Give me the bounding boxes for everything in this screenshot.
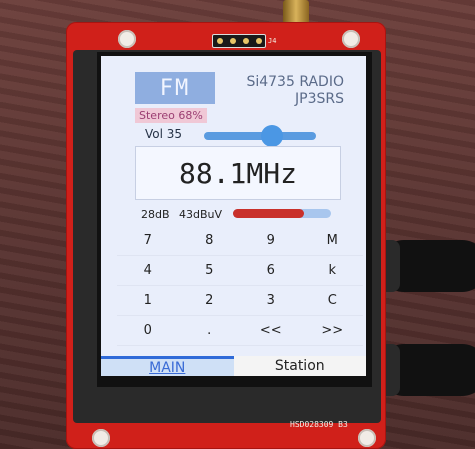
band-badge[interactable]: FM xyxy=(135,72,215,104)
signal-meter xyxy=(233,209,331,218)
stereo-indicator: Stereo 68% xyxy=(135,108,207,123)
mounting-hole xyxy=(358,429,376,447)
keypad-row: 7 8 9 M xyxy=(117,226,363,256)
model-label: HSD028309 B3 xyxy=(290,420,348,429)
key-8[interactable]: 8 xyxy=(178,226,240,256)
frequency-display: 88.1MHz xyxy=(135,146,341,200)
mounting-hole xyxy=(92,429,110,447)
key-3[interactable]: 3 xyxy=(240,286,302,316)
rssi-value: 43dBuV xyxy=(179,208,223,221)
volume-label: Vol 35 xyxy=(145,127,183,141)
volume-slider-knob[interactable] xyxy=(261,125,283,147)
pin-header xyxy=(212,34,266,48)
key-m[interactable]: M xyxy=(301,226,363,256)
key-4[interactable]: 4 xyxy=(117,256,179,286)
signal-meter-fill xyxy=(233,209,304,218)
key-0[interactable]: 0 xyxy=(117,316,179,346)
cable-upper xyxy=(378,240,475,292)
app-title: Si4735 RADIO xyxy=(246,74,344,90)
callsign: JP3SRS xyxy=(295,91,344,107)
key-9[interactable]: 9 xyxy=(240,226,302,256)
keypad: 7 8 9 M 4 5 6 k 1 2 3 C 0 . << >> xyxy=(117,226,363,346)
key-seek-down[interactable]: << xyxy=(240,316,302,346)
signal-readout: 28dB 43dBuV xyxy=(141,208,222,221)
keypad-row: 0 . << >> xyxy=(117,316,363,346)
key-6[interactable]: 6 xyxy=(240,256,302,286)
radio-screen: FM Si4735 RADIO JP3SRS Stereo 68% Vol 35… xyxy=(101,56,366,376)
keypad-row: 1 2 3 C xyxy=(117,286,363,316)
volume-slider-track[interactable] xyxy=(204,132,316,140)
keypad-row: 4 5 6 k xyxy=(117,256,363,286)
snr-value: 28dB xyxy=(141,208,170,221)
key-5[interactable]: 5 xyxy=(178,256,240,286)
cable-lower xyxy=(378,344,475,396)
key-seek-up[interactable]: >> xyxy=(301,316,363,346)
key-1[interactable]: 1 xyxy=(117,286,179,316)
key-dot[interactable]: . xyxy=(178,316,240,346)
key-k[interactable]: k xyxy=(301,256,363,286)
tab-bar: MAIN Station xyxy=(101,356,366,376)
tab-main[interactable]: MAIN xyxy=(101,356,234,376)
header-label: J4 xyxy=(268,37,277,45)
mounting-hole xyxy=(342,30,360,48)
tab-station[interactable]: Station xyxy=(233,356,366,376)
key-2[interactable]: 2 xyxy=(178,286,240,316)
mounting-hole xyxy=(118,30,136,48)
key-clear[interactable]: C xyxy=(301,286,363,316)
key-7[interactable]: 7 xyxy=(117,226,179,256)
